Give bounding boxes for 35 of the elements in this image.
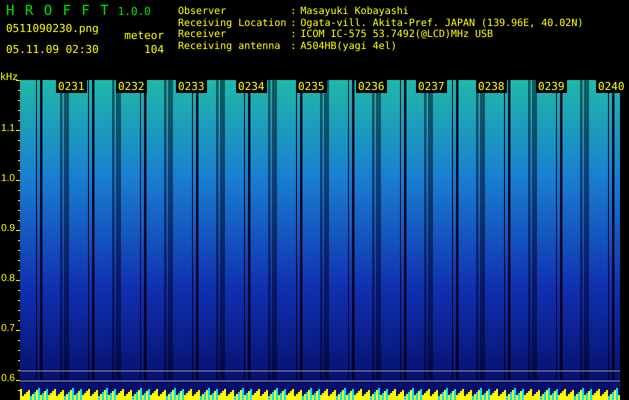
info-value: A504HB(yagi 4el)	[300, 40, 398, 52]
axis-label: 0.8	[1, 273, 15, 284]
info-value: ICOM IC-575 53.7492(@LCD)MHz USB	[300, 29, 494, 40]
axis-label: 0.9	[1, 223, 15, 234]
time-label: 0236	[356, 80, 386, 93]
info-separator: :	[290, 18, 296, 29]
info-value: Ogata-vill. Akita-Pref. JAPAN (139.96E, 40.02N)	[300, 18, 584, 29]
axis-unit: kHz	[0, 72, 18, 83]
time-label: 0232	[116, 80, 146, 93]
time-label: 0234	[236, 80, 266, 93]
info-label: Receiving antenna	[178, 40, 282, 52]
info-separator: :	[290, 6, 296, 18]
axis-label: 1.0	[1, 173, 15, 184]
app-version: 1.0.0	[118, 5, 151, 18]
info-separator: :	[290, 29, 296, 40]
time-label: 0233	[176, 80, 206, 93]
info-label: Observer	[178, 6, 228, 18]
info-value: Masayuki Kobayashi	[300, 6, 410, 18]
time-label: 0238	[476, 80, 506, 93]
time-label: 0240	[596, 80, 626, 93]
info-label: Receiver	[178, 29, 228, 40]
axis-label: 0.7	[1, 323, 15, 334]
info-label: Receiving Location	[178, 18, 286, 29]
date-time: 05.11.09 02:30	[6, 43, 99, 56]
time-label: 0231	[56, 80, 86, 93]
time-label: 0237	[416, 80, 446, 93]
app-title: H R O F F T	[6, 3, 110, 19]
axis-label: 1.1	[1, 123, 15, 134]
meteor-count: 104	[144, 43, 164, 56]
time-label: 0239	[536, 80, 566, 93]
time-label: 0235	[296, 80, 326, 93]
file-name: 0511090230.png	[6, 22, 99, 35]
meteor-label: meteor	[124, 29, 164, 42]
info-separator: :	[290, 40, 296, 52]
axis-label: 0.6	[1, 373, 15, 384]
